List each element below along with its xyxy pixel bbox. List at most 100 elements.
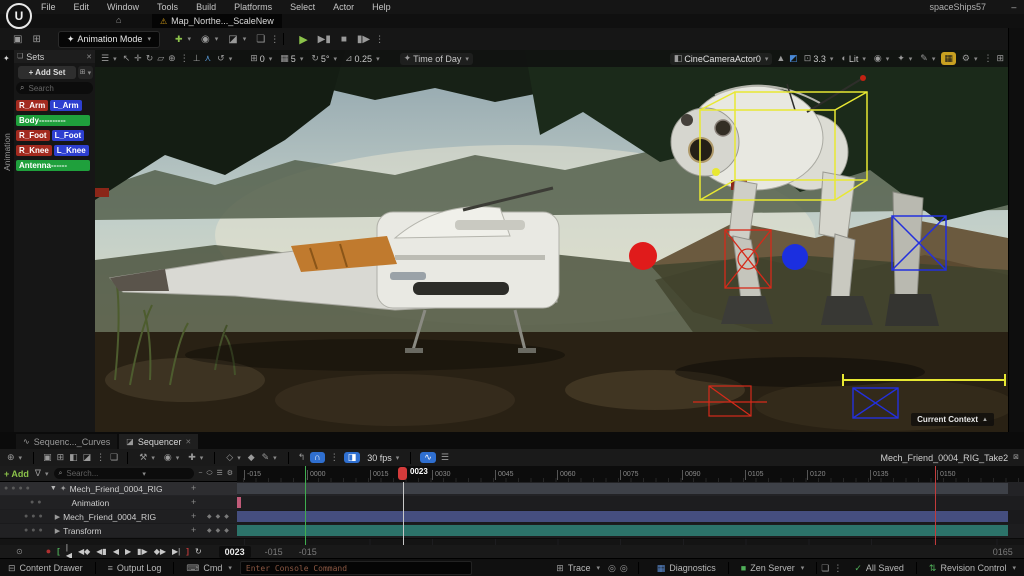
current-frame-field[interactable]: 0023 <box>219 546 251 558</box>
curve-editor-toggle[interactable]: ∿ <box>420 452 436 463</box>
blue-sphere-control[interactable] <box>782 244 808 270</box>
keyframe-buttons[interactable]: ◆◆◆ <box>207 527 233 534</box>
track-settings-icon[interactable]: ⚙ <box>227 470 233 477</box>
menu-actor[interactable]: Actor <box>324 0 363 14</box>
cinematics-button[interactable]: ◪▾ <box>223 32 251 47</box>
track-row-transform[interactable]: ●●● ▶ Transform + ◆◆◆ <box>0 524 1024 539</box>
seq-tools-dropdown[interactable]: ⚒▾ <box>137 452 157 463</box>
rotation-snap-button[interactable]: ↻5°▾ <box>309 53 339 65</box>
camera-lock-icon[interactable]: ⊙ <box>16 548 23 556</box>
play-button[interactable]: ▶ <box>294 31 312 48</box>
start-marker-line[interactable] <box>305 466 306 545</box>
cmd-dropdown[interactable]: ⌨ Cmd ▾ <box>178 559 240 576</box>
brush-dropdown[interactable]: ✎▾ <box>918 53 937 64</box>
editor-mode-dropdown[interactable]: ✦ Animation Mode ▾ <box>58 31 160 48</box>
lock-icon[interactable]: ⊠ <box>1013 454 1019 461</box>
add-section-icon[interactable]: + <box>191 511 196 521</box>
sequence-name[interactable]: Mech_Friend_0004_RIG_Take2 <box>881 453 1009 463</box>
add-actor-button[interactable]: ✚▾ <box>170 32 196 47</box>
move-tool-icon[interactable]: ✛ <box>134 54 142 63</box>
loop-button[interactable]: ↻ <box>195 548 202 556</box>
menu-window[interactable]: Window <box>98 0 148 14</box>
add-section-icon[interactable]: + <box>191 497 196 507</box>
seq-render-icon[interactable]: ❏ <box>110 453 118 462</box>
seq-back-icon[interactable]: ↰ <box>298 453 306 462</box>
import-set-button[interactable]: ⊞▾ <box>78 66 93 79</box>
selection-mode-toggle[interactable]: ▦ <box>941 52 956 65</box>
red-sphere-control[interactable] <box>629 242 657 270</box>
menu-file[interactable]: File <box>32 0 65 14</box>
derived-data-icon[interactable]: ❏ <box>821 564 829 573</box>
show-flags-dropdown[interactable]: ◉▾ <box>872 53 891 64</box>
seq-actions-dropdown[interactable]: ✚▾ <box>186 452 205 463</box>
menu-platforms[interactable]: Platforms <box>225 0 281 14</box>
console-command-input[interactable] <box>240 561 472 575</box>
snap-toggle[interactable]: ∩ <box>310 452 324 463</box>
snap-options-icon[interactable]: ⋮ <box>330 453 339 462</box>
maximize-viewport-icon[interactable]: ⊞ <box>996 54 1004 63</box>
working-range-start[interactable]: -015 <box>299 547 317 557</box>
track-search-input[interactable] <box>64 468 138 479</box>
play-options-icon[interactable]: ⋮ <box>375 35 384 44</box>
add-set-button[interactable]: + Add Set <box>18 66 76 79</box>
track-row-rig[interactable]: ●●● ▶ Mech_Friend_0004_RIG + ◆◆◆ <box>0 510 1024 525</box>
seq-view-dropdown[interactable]: ◉▾ <box>162 452 181 463</box>
playhead-line[interactable] <box>403 482 404 545</box>
record-button[interactable]: ● <box>46 547 51 556</box>
scale-snap-button[interactable]: ⊿0.25▾ <box>343 53 382 65</box>
set-tag-body[interactable]: Body---------- <box>16 115 90 126</box>
seq-clapper-icon[interactable]: ◪ <box>83 453 92 462</box>
trace-screenshot-icon[interactable]: ◎ <box>608 564 616 573</box>
source-control-save-status[interactable]: ✓ All Saved <box>846 559 912 576</box>
playback-options-toggle[interactable]: ◨ <box>344 452 361 463</box>
viewport-options-menu[interactable]: ☰▾ <box>99 53 119 64</box>
viewport-layout-icon[interactable]: ◩ <box>789 54 798 63</box>
set-tag-r-arm[interactable]: R_Arm <box>16 100 48 111</box>
keyframe-options-dropdown[interactable]: ◇▾ <box>224 452 242 463</box>
advance-button[interactable]: ▮▶ <box>352 32 375 47</box>
view-mode-dropdown[interactable]: ◐Lit▾ <box>839 53 867 65</box>
menu-edit[interactable]: Edit <box>65 0 99 14</box>
set-tag-l-foot[interactable]: L_Foot <box>52 130 85 141</box>
set-tag-l-arm[interactable]: L_Arm <box>50 100 81 111</box>
location-snap-button[interactable]: ⊞0▾ <box>248 53 274 65</box>
animation-mode-tab-icon[interactable]: ✦ <box>3 54 10 63</box>
select-tool-icon[interactable]: ↖ <box>123 54 131 63</box>
set-tag-l-knee[interactable]: L_Knee <box>54 145 89 156</box>
autokey-icon[interactable]: ◆ <box>248 453 255 462</box>
content-drawer-button[interactable]: ⊟ Content Drawer <box>0 559 91 576</box>
fps-dropdown[interactable]: 30 fps▾ <box>365 452 401 464</box>
close-sets-icon[interactable]: ✕ <box>86 53 92 61</box>
timeline-ruler[interactable]: -015 0000 0015 0030 0045 0060 0075 0090 … <box>237 466 1024 483</box>
add-section-icon[interactable]: + <box>191 525 196 535</box>
tab-sequencer[interactable]: ◪ Sequencer ✕ <box>119 434 198 449</box>
tab-animation[interactable]: Animation <box>0 126 14 178</box>
step-back-button[interactable]: ◀▮ <box>96 548 107 556</box>
keyframe-buttons[interactable]: ◆◆◆ <box>207 513 233 520</box>
viewport-settings-dropdown[interactable]: ⚙▾ <box>960 53 980 64</box>
transform-options-icon[interactable]: ⋮ <box>180 54 189 63</box>
menu-select[interactable]: Select <box>281 0 324 14</box>
set-tag-r-foot[interactable]: R_Foot <box>16 130 50 141</box>
animation-section[interactable] <box>237 497 241 508</box>
set-tag-r-knee[interactable]: R_Knee <box>16 145 52 156</box>
trace-bookmark-icon[interactable]: ◎ <box>620 564 628 573</box>
surface-snap-icon[interactable]: ⊥ <box>193 54 201 63</box>
toolbar-overflow-icon[interactable]: ⋮ <box>270 35 279 44</box>
add-section-icon[interactable]: + <box>191 483 196 493</box>
camera-actor-dropdown[interactable]: ◧ CineCameraActor0▾ <box>670 53 773 65</box>
seq-outliner-icon[interactable]: ☰ <box>441 453 449 462</box>
set-tag-antenna[interactable]: Antenna------ <box>16 160 90 171</box>
eject-pilot-icon[interactable]: ▲ <box>776 54 785 63</box>
viewport-scene[interactable] <box>95 50 1008 432</box>
bone-snap-icon[interactable]: ⋏ <box>205 54 212 63</box>
view-range-start[interactable]: -015 <box>265 547 283 557</box>
working-range-end[interactable]: 0165 <box>993 547 1013 557</box>
menu-build[interactable]: Build <box>187 0 225 14</box>
time-of-day-button[interactable]: ✦ Time of Day▾ <box>400 53 473 65</box>
transform-section[interactable] <box>237 525 1008 536</box>
menu-help[interactable]: Help <box>363 0 400 14</box>
trace-dropdown[interactable]: ⊞ Trace ▾ <box>548 559 608 576</box>
section-range-bar[interactable] <box>237 483 1008 494</box>
seq-more-icon[interactable]: ⋮ <box>96 453 105 462</box>
